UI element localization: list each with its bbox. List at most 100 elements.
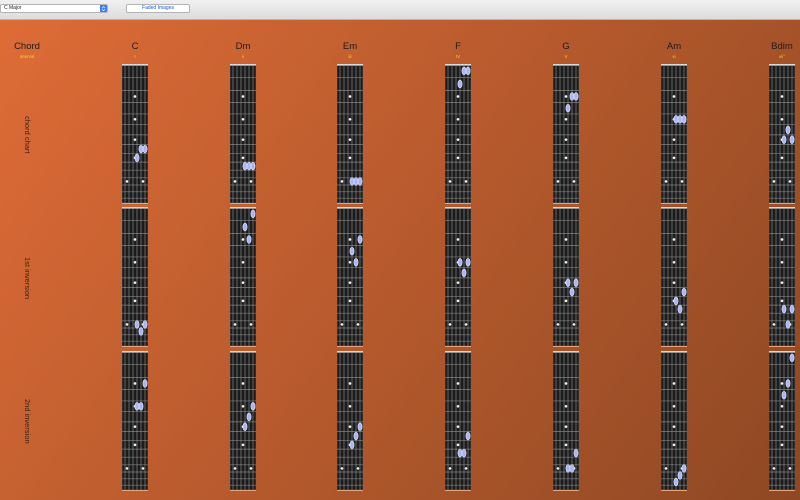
chord-tone-marker xyxy=(134,153,140,163)
fret-inlay-dot xyxy=(340,323,344,326)
chord-tone-marker xyxy=(138,402,144,411)
fret-inlay-dot xyxy=(241,95,245,98)
chord-tone-marker xyxy=(681,464,687,473)
chord-column-bdim: Bdim vii° xyxy=(764,0,800,500)
fret-inlay-dot xyxy=(340,180,344,183)
fret-inlay-dot xyxy=(780,405,784,408)
fret-inlay-dot xyxy=(780,95,784,98)
fret-inlay-dot xyxy=(780,261,784,264)
chord-tone-marker xyxy=(781,391,787,400)
nut xyxy=(661,207,687,209)
fret-inlay-dot xyxy=(448,180,452,183)
fretboard-end-line xyxy=(337,203,363,204)
chord-tone-marker xyxy=(789,353,795,362)
fret-inlay-dot xyxy=(556,467,560,470)
chord-tone-marker xyxy=(134,402,140,411)
fretboard-1st-inversion xyxy=(553,207,579,347)
chord-tone-marker xyxy=(246,161,252,171)
chord-tone-marker xyxy=(461,448,467,458)
chord-tone-marker xyxy=(349,177,355,186)
fret-inlay-dot xyxy=(664,180,668,183)
fretboard-chord-chart xyxy=(769,64,795,204)
chord-tone-marker xyxy=(138,144,144,154)
chord-tone-marker xyxy=(573,278,579,287)
fretboard-2nd-inversion xyxy=(445,351,471,491)
fretboard-background xyxy=(122,64,148,204)
fret-inlay-dot xyxy=(133,425,137,428)
fretboard-end-line xyxy=(337,490,363,491)
chord-name: F xyxy=(455,41,461,52)
chord-tone-marker xyxy=(242,422,248,431)
fret-inlay-dot xyxy=(680,323,684,326)
fret-inlay-dot xyxy=(672,138,676,141)
fret-inlay-dot xyxy=(133,281,137,284)
chevron-up-down-icon[interactable] xyxy=(100,5,107,12)
fret-inlay-dot xyxy=(464,180,468,183)
chord-tone-marker xyxy=(246,235,252,244)
fret-inlay-dot xyxy=(564,95,568,98)
chord-tone-marker xyxy=(465,66,471,75)
fret-inlay-dot xyxy=(564,405,568,408)
nut xyxy=(122,207,148,209)
nut xyxy=(553,351,579,353)
fret-inlay-dot xyxy=(348,261,352,264)
fretboard-end-line xyxy=(553,490,579,491)
nut xyxy=(230,64,256,66)
fret-inlay-dot xyxy=(241,281,245,284)
fretboard-background xyxy=(769,351,795,491)
fret-inlay-dot xyxy=(348,425,352,428)
chord-tone-marker xyxy=(673,296,679,306)
chord-tone-marker xyxy=(681,287,687,297)
chord-tone-marker xyxy=(242,161,248,171)
chord-interval: vi xyxy=(672,54,676,59)
fret-inlay-dot xyxy=(241,299,245,303)
fret-inlay-dot xyxy=(133,261,137,264)
fretboard-2nd-inversion xyxy=(769,351,795,491)
fretboard-2nd-inversion xyxy=(661,351,687,491)
chord-name: Em xyxy=(342,41,358,52)
fret-inlay-dot xyxy=(348,118,352,121)
fret-inlay-dot xyxy=(780,156,784,160)
fret-inlay-dot xyxy=(672,238,676,241)
fret-inlay-dot xyxy=(564,382,568,385)
fret-inlay-dot xyxy=(133,95,137,98)
chord-tone-marker xyxy=(250,209,256,218)
fretboard-end-line xyxy=(445,203,471,204)
fretboard-end-line xyxy=(230,490,256,491)
fret-inlay-dot xyxy=(772,467,776,470)
nut xyxy=(230,207,256,209)
fret-inlay-dot xyxy=(780,382,784,385)
chord-tone-marker xyxy=(142,379,148,388)
fret-inlay-dot xyxy=(348,299,352,303)
fret-inlay-dot xyxy=(348,156,352,160)
fretboard-2nd-inversion xyxy=(230,351,256,491)
fret-inlay-dot xyxy=(133,382,137,385)
chord-tone-marker xyxy=(250,402,256,411)
chord-tone-marker xyxy=(142,144,148,154)
chord-tone-marker xyxy=(785,379,791,388)
chord-tone-marker xyxy=(677,471,683,480)
chord-tone-marker xyxy=(569,287,575,297)
fret-inlay-dot xyxy=(780,443,784,447)
fretboard-1st-inversion xyxy=(337,207,363,347)
chord-interval: V xyxy=(564,54,568,59)
fretboard-end-line xyxy=(122,346,148,347)
fret-inlay-dot xyxy=(340,467,344,470)
fretboard-chord-chart xyxy=(661,64,687,204)
row-label-chord-chart: chord chart xyxy=(23,116,32,154)
fret-inlay-dot xyxy=(456,238,460,241)
chord-tone-marker xyxy=(569,92,575,101)
fretboard-end-line xyxy=(445,490,471,491)
chord-tone-marker xyxy=(134,320,140,329)
fretboard-end-line xyxy=(661,346,687,347)
fretboard-end-line xyxy=(122,490,148,491)
fret-inlay-dot xyxy=(780,238,784,241)
chord-tone-marker xyxy=(461,268,467,277)
fret-inlay-dot xyxy=(672,156,676,160)
fret-inlay-dot xyxy=(564,443,568,447)
fretboard-1st-inversion xyxy=(122,207,148,347)
chord-interval: vii° xyxy=(778,54,786,59)
fret-inlay-dot xyxy=(564,238,568,241)
fret-inlay-dot xyxy=(456,95,460,98)
nut xyxy=(445,207,471,209)
